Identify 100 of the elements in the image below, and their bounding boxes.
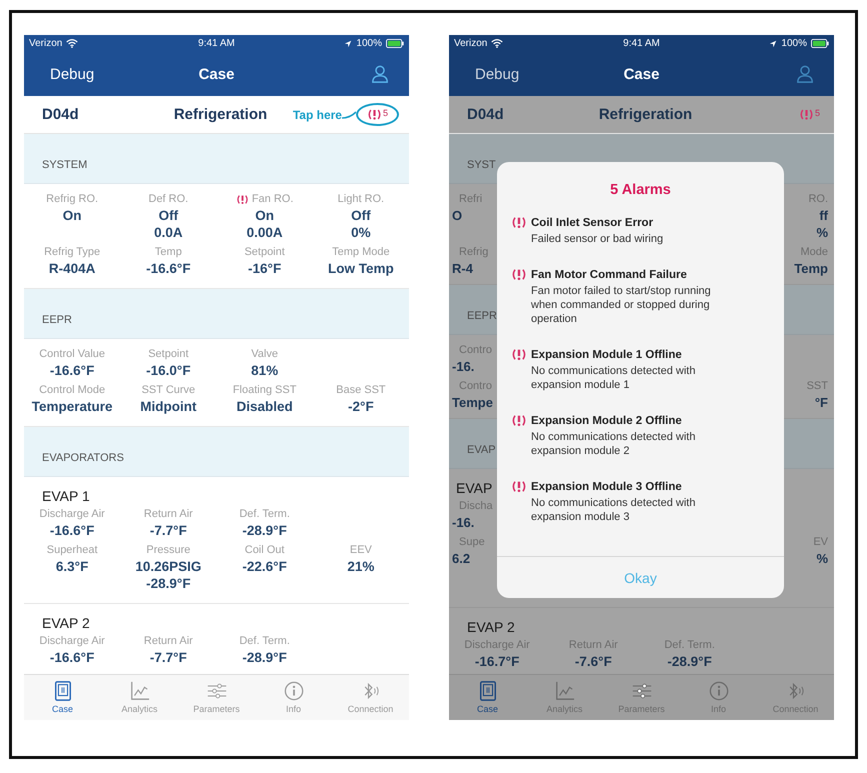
alarm-description: Fan motor failed to start/stop running when commanded or stopped during operation bbox=[531, 284, 712, 326]
field-value: -16.6°F bbox=[48, 522, 96, 539]
field-value: 0% bbox=[350, 224, 372, 241]
evaporator-title: EVAP 1 bbox=[41, 487, 91, 506]
alarm-icon bbox=[511, 414, 527, 427]
field-label: Temp bbox=[154, 245, 183, 260]
field-value: -16.6°F bbox=[48, 649, 96, 666]
field-label: Valve bbox=[250, 347, 279, 362]
nav-title: Case bbox=[198, 66, 234, 82]
alarm-count: 5 bbox=[814, 108, 820, 118]
field-value: -16.7°F bbox=[474, 653, 520, 670]
field-value: 6.2 bbox=[452, 550, 470, 567]
alarm-button[interactable]: 5 bbox=[356, 103, 399, 126]
user-icon[interactable] bbox=[371, 65, 389, 83]
wifi-icon bbox=[66, 39, 78, 48]
field-label: Floating SST bbox=[232, 383, 298, 398]
field-value: 81% bbox=[250, 362, 280, 379]
field-label: Setpoint bbox=[147, 347, 190, 362]
field-label: Discharge Air bbox=[38, 634, 106, 649]
alarm-icon bbox=[236, 194, 249, 205]
field-label: Def RO. bbox=[148, 192, 190, 207]
field-label: Control Value bbox=[38, 347, 106, 362]
field-value: -2°F bbox=[347, 398, 375, 415]
field-value: ff bbox=[819, 207, 828, 224]
battery-icon bbox=[811, 39, 829, 48]
alarm-icon bbox=[511, 216, 527, 229]
section-title: EEPR bbox=[467, 310, 497, 322]
clock-time: 9:41 AM bbox=[623, 38, 660, 49]
debug-button[interactable]: Debug bbox=[38, 66, 106, 82]
section-title: SYST bbox=[467, 159, 496, 171]
tab-item[interactable]: Connection bbox=[332, 675, 409, 720]
alarm-description: Failed sensor or bad wiring bbox=[531, 232, 664, 246]
field-label: Refrig Type bbox=[43, 245, 102, 260]
field-label: Coil Out bbox=[244, 543, 286, 558]
alarm-icon bbox=[366, 108, 382, 121]
field-value: -28.9°F bbox=[241, 649, 288, 666]
wifi-icon bbox=[491, 39, 504, 48]
header-title: Refrigeration bbox=[598, 106, 692, 123]
evaporator-title: EVAP 2 bbox=[41, 614, 91, 633]
field-value: Temp bbox=[794, 260, 828, 277]
field-label: Setpoint bbox=[243, 245, 286, 260]
okay-button[interactable]: Okay bbox=[497, 556, 784, 598]
alarm-title: Expansion Module 2 Offline bbox=[531, 414, 682, 426]
tab-item[interactable]: Info bbox=[255, 675, 332, 720]
field-value: 0.0A bbox=[153, 224, 184, 241]
field-value: Disabled bbox=[235, 398, 294, 415]
field-value: Midpoint bbox=[139, 398, 198, 415]
battery-icon bbox=[386, 39, 404, 48]
field-value: °F bbox=[814, 394, 828, 411]
field-label: Temp Mode bbox=[331, 245, 391, 260]
field-label: Discharge Air bbox=[38, 507, 106, 522]
field-label: Return Air bbox=[142, 634, 194, 649]
field-value: Off bbox=[158, 207, 180, 224]
field-label: Fan RO. bbox=[252, 192, 294, 207]
tab-item[interactable]: Analytics bbox=[101, 675, 178, 720]
field-value: -16°F bbox=[247, 260, 282, 277]
alarm-button[interactable]: 5 bbox=[794, 105, 824, 124]
section-title: EVAP bbox=[467, 444, 496, 456]
clock-time: 9:41 AM bbox=[198, 38, 235, 49]
user-icon[interactable] bbox=[796, 65, 814, 83]
leader-line bbox=[342, 110, 356, 118]
field-label: Return Air bbox=[142, 507, 194, 522]
tab-item[interactable]: Parameters bbox=[178, 675, 255, 720]
field-value: -16. bbox=[452, 358, 474, 375]
section-title: EVAPORATORS bbox=[42, 452, 124, 464]
field-label: Superheat bbox=[46, 543, 98, 558]
alarm-icon bbox=[511, 480, 527, 493]
field-label: EEV bbox=[348, 543, 373, 558]
alarm-title: Expansion Module 1 Offline bbox=[531, 348, 682, 360]
debug-button[interactable]: Debug bbox=[463, 66, 532, 82]
carrier-name: Verizon bbox=[29, 38, 62, 49]
tab-item[interactable]: Case bbox=[24, 675, 101, 720]
field-value: On bbox=[62, 207, 82, 224]
carrier-name: Verizon bbox=[454, 38, 488, 49]
field-label: Def. Term. bbox=[238, 634, 291, 649]
field-value: Off bbox=[350, 207, 372, 224]
field-label: Def. Term. bbox=[238, 507, 291, 522]
field-label: Refrig RO. bbox=[45, 192, 100, 207]
alarm-count: 5 bbox=[382, 108, 388, 118]
tap-here-label: Tap here bbox=[292, 108, 342, 122]
field-value: -16.6°F bbox=[145, 260, 192, 277]
alarm-title: Expansion Module 3 Offline bbox=[531, 480, 682, 492]
field-label: Light RO. bbox=[336, 192, 386, 207]
dialog-title: 5 Alarms bbox=[609, 181, 672, 200]
field-value: -7.6°F bbox=[574, 653, 613, 670]
header-title: Refrigeration bbox=[174, 106, 268, 123]
alarm-description: No communications detected with expansion module 1 bbox=[531, 364, 696, 392]
field-value: -28.9°F bbox=[145, 575, 192, 592]
field-value: % bbox=[816, 224, 828, 241]
alarm-title: Coil Inlet Sensor Error bbox=[531, 216, 654, 228]
tab-item[interactable]: Case bbox=[449, 675, 526, 720]
field-label: Pressure bbox=[145, 543, 192, 558]
field-value: -7.7°F bbox=[148, 522, 188, 539]
field-label: Control Mode bbox=[38, 383, 106, 398]
field-value: 0.00A bbox=[246, 224, 284, 241]
field-value: Temperature bbox=[30, 398, 114, 415]
location-arrow-icon bbox=[344, 40, 352, 48]
field-value: 6.3°F bbox=[54, 558, 90, 575]
field-value: R-404A bbox=[48, 260, 96, 277]
field-value: 10.26PSIG bbox=[134, 558, 202, 575]
